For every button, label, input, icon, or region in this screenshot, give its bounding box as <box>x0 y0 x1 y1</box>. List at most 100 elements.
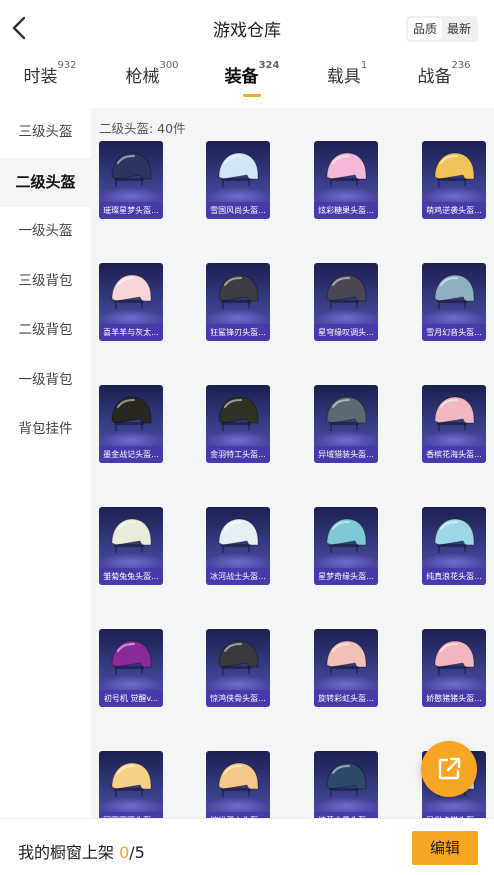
helmet-icon <box>218 518 259 553</box>
item-card[interactable]: 雪月幻音头盔... <box>422 263 486 341</box>
item-card[interactable]: 香槟花海头盔... <box>422 385 486 463</box>
category-tabs: 时装932 枪械300 装备324 载具1 战备236 <box>0 60 494 106</box>
item-name: 金羽特工头盔... <box>206 446 270 463</box>
tab-vehicles[interactable]: 载具1 <box>322 60 372 106</box>
sidebar-item-level2-backpack[interactable]: 二级背包 <box>0 306 91 356</box>
tab-supplies[interactable]: 战备236 <box>414 60 474 106</box>
item-card[interactable]: 团圆圆圆头盔... <box>99 751 163 818</box>
item-card[interactable]: 金羽特工头盔... <box>206 385 270 463</box>
item-card[interactable]: 初号机 觉醒v... <box>99 629 163 707</box>
helmet-icon <box>434 152 475 187</box>
helmet-icon <box>326 518 367 553</box>
helmet-icon <box>326 762 367 797</box>
sort-toggle: 品质 最新 <box>405 16 478 42</box>
item-card[interactable]: 娇憨猪猪头盔... <box>422 629 486 707</box>
item-name: 旋转彩虹头盔... <box>314 690 378 707</box>
helmet-icon <box>326 274 367 309</box>
tab-count: 1 <box>360 60 368 71</box>
item-name: 雪国风尚头盔... <box>206 202 270 219</box>
sort-quality-button[interactable]: 品质 <box>407 18 442 40</box>
helmet-icon <box>111 518 152 553</box>
item-card[interactable]: 狂鲨锋刃头盔... <box>206 263 270 341</box>
helmet-icon <box>218 396 259 431</box>
item-card[interactable]: 星梦奇缘头盔... <box>314 507 378 585</box>
helmet-icon <box>218 274 259 309</box>
helmet-icon <box>434 274 475 309</box>
item-card[interactable]: 冰河战士头盔... <box>206 507 270 585</box>
item-name: 炫彩糖果头盔... <box>314 202 378 219</box>
item-name: 纯真浪花头盔... <box>422 568 486 585</box>
item-name: 异域猎装头盔... <box>314 446 378 463</box>
helmet-icon <box>111 640 152 675</box>
item-card[interactable]: 炫蓝之星头盔... <box>314 751 378 818</box>
bottom-bar: 我的橱窗上架 0/5 编辑 <box>0 818 494 875</box>
section-title: 二级头盔: 40件 <box>99 121 186 136</box>
item-card[interactable]: 惊鸿侠骨头盔... <box>206 629 270 707</box>
helmet-icon <box>111 274 152 309</box>
helmet-icon <box>111 762 152 797</box>
item-card[interactable]: 纯真浪花头盔... <box>422 507 486 585</box>
item-card[interactable]: 墨金战记头盔... <box>99 385 163 463</box>
sidebar-item-level2-helmet[interactable]: 二级头盔 <box>0 157 91 207</box>
item-card[interactable]: 喜羊羊与灰太... <box>99 263 163 341</box>
item-name: 雏菊兔兔头盔... <box>99 568 163 585</box>
tab-label: 枪械 <box>125 67 160 87</box>
item-card[interactable]: 雪国风尚头盔... <box>206 141 270 219</box>
helmet-icon <box>218 152 259 187</box>
helmet-icon <box>326 396 367 431</box>
helmet-icon <box>434 518 475 553</box>
item-name: 星梦奇缘头盔... <box>314 568 378 585</box>
showcase-count: 0 <box>119 843 130 862</box>
tab-count: 300 <box>159 60 179 71</box>
tab-label: 装备 <box>224 67 259 87</box>
tab-equipment[interactable]: 装备324 <box>222 60 282 106</box>
tab-count: 324 <box>258 60 280 71</box>
item-name: 初号机 觉醒v... <box>99 690 163 707</box>
helmet-icon <box>218 762 259 797</box>
tab-fashion[interactable]: 时装932 <box>20 60 80 106</box>
helmet-icon <box>326 640 367 675</box>
share-button[interactable] <box>421 741 477 797</box>
helmet-icon <box>434 396 475 431</box>
tab-label: 战备 <box>417 67 452 87</box>
sort-latest-button[interactable]: 最新 <box>442 18 476 40</box>
item-card[interactable]: 异域猎装头盔... <box>314 385 378 463</box>
item-name: 墨金战记头盔... <box>99 446 163 463</box>
helmet-icon <box>111 396 152 431</box>
item-card[interactable]: 星穹缘叹调头... <box>314 263 378 341</box>
helmet-icon <box>218 640 259 675</box>
item-card[interactable]: 璀璨星梦头盔... <box>99 141 163 219</box>
helmet-icon <box>111 152 152 187</box>
item-card[interactable]: 缤纷蛋心头盔... <box>206 751 270 818</box>
tab-count: 932 <box>57 60 77 71</box>
item-name: 雪月幻音头盔... <box>422 324 486 341</box>
tab-guns[interactable]: 枪械300 <box>122 60 182 106</box>
edit-button[interactable]: 编辑 <box>412 831 478 865</box>
item-name: 冰河战士头盔... <box>206 568 270 585</box>
helmet-icon <box>326 152 367 187</box>
item-name: 萌鸡逆袭头盔... <box>422 202 486 219</box>
sidebar-item-level1-backpack[interactable]: 一级背包 <box>0 356 91 406</box>
tab-label: 时装 <box>23 67 58 87</box>
tab-label: 载具 <box>326 67 361 87</box>
item-card[interactable]: 雏菊兔兔头盔... <box>99 507 163 585</box>
sidebar-item-backpack-charm[interactable]: 背包挂件 <box>0 405 91 455</box>
item-grid: 二级头盔: 40件 璀璨星梦头盔... 雪国风尚头盔... 炫彩糖果头盔... 萌鸡逆… <box>91 108 494 818</box>
external-link-icon <box>438 757 461 780</box>
active-tab-indicator <box>243 94 261 97</box>
sidebar-item-level3-backpack[interactable]: 三级背包 <box>0 257 91 307</box>
item-name: 娇憨猪猪头盔... <box>422 690 486 707</box>
item-card[interactable]: 旋转彩虹头盔... <box>314 629 378 707</box>
showcase-total: /5 <box>129 843 145 862</box>
tab-count: 236 <box>451 60 471 71</box>
item-card[interactable]: 萌鸡逆袭头盔... <box>422 141 486 219</box>
item-card[interactable]: 炫彩糖果头盔... <box>314 141 378 219</box>
helmet-icon <box>434 640 475 675</box>
item-name: 星穹缘叹调头... <box>314 324 378 341</box>
item-name: 喜羊羊与灰太... <box>99 324 163 341</box>
showcase-label: 我的橱窗上架 <box>18 843 120 862</box>
sidebar-item-level3-helmet[interactable]: 三级头盔 <box>0 108 91 158</box>
item-name: 璀璨星梦头盔... <box>99 202 163 219</box>
sidebar-item-level1-helmet[interactable]: 一级头盔 <box>0 207 91 257</box>
showcase-status: 我的橱窗上架 0/5 <box>18 839 145 863</box>
